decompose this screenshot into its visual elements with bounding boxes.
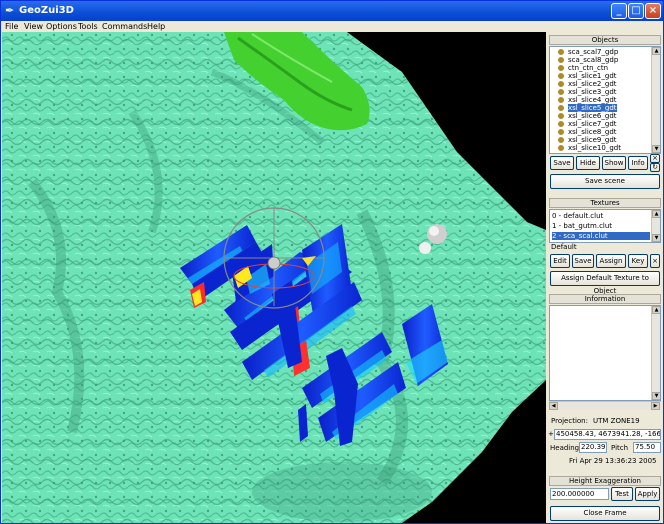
texture-save-button[interactable]: Save xyxy=(572,254,594,268)
tree-node-icon xyxy=(558,129,564,135)
object-item[interactable]: sca_scal8_gdp xyxy=(568,56,618,64)
object-info-button[interactable]: Info xyxy=(628,156,648,170)
object-item[interactable]: xsl_slice9_gdt xyxy=(568,136,617,144)
menu-tools[interactable]: Tools xyxy=(78,21,98,32)
object-item[interactable]: xsl_slice7_gdt xyxy=(568,120,617,128)
textures-header: Textures xyxy=(549,198,661,208)
texture-edit-button[interactable]: Edit xyxy=(550,254,570,268)
tree-node-icon xyxy=(558,145,564,151)
object-item[interactable]: xsl_slice4_gdt xyxy=(568,96,617,104)
menu-bar: File View Options Tools Commands Help xyxy=(1,21,663,32)
tree-node-icon xyxy=(558,81,564,87)
object-item[interactable]: sca_scal7_gdp xyxy=(568,48,618,56)
menu-file[interactable]: File xyxy=(5,21,18,32)
menu-help[interactable]: Help xyxy=(147,21,165,32)
navigation-widget xyxy=(223,207,325,309)
textures-list[interactable]: ▲ ▼ 0 - default.clut 1 - bat_gutm.clut 2… xyxy=(549,209,661,243)
refresh-icon[interactable]: ↻ xyxy=(650,163,660,172)
coords-prefix: + xyxy=(548,430,554,438)
textures-scrollbar[interactable]: ▲ ▼ xyxy=(651,210,660,242)
tree-node-icon xyxy=(558,49,564,55)
texture-item[interactable]: 1 - bat_gutm.clut xyxy=(552,222,612,230)
minimize-button[interactable]: _ xyxy=(611,3,627,19)
datetime-text: Fri Apr 29 13:36:23 2005 xyxy=(569,457,657,465)
tree-node-icon xyxy=(558,97,564,103)
object-item[interactable]: xsl_slice6_gdt xyxy=(568,112,617,120)
information-header: Information xyxy=(549,294,661,304)
information-hscrollbar[interactable]: ◀ ▶ xyxy=(549,401,661,410)
heading-label: Heading xyxy=(550,444,580,452)
maximize-button[interactable]: □ xyxy=(628,3,644,19)
object-save-button[interactable]: Save xyxy=(550,156,574,170)
tree-node-icon xyxy=(558,105,564,111)
tree-node-icon xyxy=(558,121,564,127)
feather-icon: ✒ xyxy=(5,4,15,17)
objects-scrollbar[interactable]: ▲ ▼ xyxy=(651,47,660,153)
scroll-right-icon[interactable]: ▶ xyxy=(651,402,660,410)
pitch-field[interactable]: 75.50 xyxy=(633,442,661,453)
scroll-down-icon[interactable]: ▼ xyxy=(652,392,660,400)
title-bar[interactable]: ✒ GeoZui3D _ □ × xyxy=(1,1,663,21)
object-item[interactable]: xsl_slice8_gdt xyxy=(568,128,617,136)
object-item[interactable]: xsl_slice2_gdt xyxy=(568,80,617,88)
3d-viewport[interactable] xyxy=(2,32,546,523)
scroll-up-icon[interactable]: ▲ xyxy=(652,210,660,218)
height-field[interactable]: 200.000000 xyxy=(550,488,609,500)
information-scrollbar[interactable]: ▲ ▼ xyxy=(651,306,660,400)
object-item[interactable]: xsl_slice10_gdt xyxy=(568,144,621,152)
pitch-label: Pitch xyxy=(611,444,629,452)
scroll-down-icon[interactable]: ▼ xyxy=(652,234,660,242)
projection-label: Projection: xyxy=(551,417,588,425)
menu-view[interactable]: View xyxy=(24,21,43,32)
window-title: GeoZui3D xyxy=(19,5,74,16)
coordinates-field[interactable]: 450458.43, 4673941.28, -166.09 xyxy=(554,429,661,440)
close-frame-button[interactable]: Close Frame xyxy=(550,506,660,521)
tree-node-icon xyxy=(558,73,564,79)
close-x-icon[interactable]: × xyxy=(650,154,660,163)
projection-value: UTM ZONE19 xyxy=(593,417,640,425)
texture-key-button[interactable]: Key xyxy=(628,254,648,268)
control-panel: Objects ▲ ▼ sca_scal7_gdp sca_scal8_gdp … xyxy=(547,32,663,523)
texture-close-icon[interactable]: × xyxy=(650,254,660,268)
close-button[interactable]: × xyxy=(645,3,661,19)
texture-assign-button[interactable]: Assign xyxy=(596,254,626,268)
information-box: ▲ ▼ xyxy=(549,305,661,401)
tree-node-icon xyxy=(558,113,564,119)
save-scene-button[interactable]: Save scene xyxy=(550,174,660,189)
app-window: ✒ GeoZui3D _ □ × File View Options Tools… xyxy=(0,0,664,524)
tree-node-icon xyxy=(558,137,564,143)
object-item[interactable]: xsl_slice1_gdt xyxy=(568,72,617,80)
menu-commands[interactable]: Commands xyxy=(102,21,147,32)
tree-node-icon xyxy=(558,89,564,95)
objects-list[interactable]: ▲ ▼ sca_scal7_gdp sca_scal8_gdp ctn_ctn_… xyxy=(549,46,661,154)
scroll-up-icon[interactable]: ▲ xyxy=(652,47,660,55)
object-show-button[interactable]: Show xyxy=(602,156,626,170)
scroll-up-icon[interactable]: ▲ xyxy=(652,306,660,314)
default-label: Default xyxy=(551,243,577,251)
heading-field[interactable]: 220.39 xyxy=(579,442,607,453)
height-apply-button[interactable]: Apply xyxy=(635,487,660,501)
height-header: Height Exaggeration xyxy=(549,476,661,486)
object-item[interactable]: xsl_slice3_gdt xyxy=(568,88,617,96)
texture-item[interactable]: 0 - default.clut xyxy=(552,212,603,220)
height-test-button[interactable]: Test xyxy=(611,487,633,501)
tree-node-icon xyxy=(558,57,564,63)
object-item[interactable]: ctn_ctn_ctn xyxy=(568,64,608,72)
terrain-scene xyxy=(2,32,546,523)
tree-node-icon xyxy=(558,65,564,71)
scroll-down-icon[interactable]: ▼ xyxy=(652,145,660,153)
object-hide-button[interactable]: Hide xyxy=(576,156,600,170)
menu-options[interactable]: Options xyxy=(46,21,77,32)
scroll-left-icon[interactable]: ◀ xyxy=(549,402,558,410)
assign-default-texture-button[interactable]: Assign Default Texture to Object xyxy=(550,271,660,295)
objects-header: Objects xyxy=(549,35,661,45)
texture-item-selected[interactable]: 2 - sca_scal.clut xyxy=(552,232,650,240)
object-item-selected[interactable]: xsl_slice5_gdt xyxy=(568,104,617,112)
